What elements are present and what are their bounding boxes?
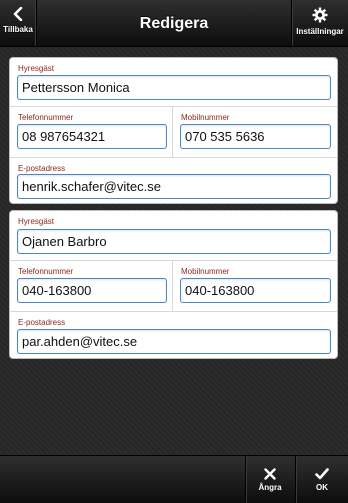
back-label: Tillbaka: [3, 25, 33, 34]
tenant-name-input[interactable]: Pettersson Monica: [17, 75, 331, 100]
email-row: E-postadress par.ahden@vitec.se: [10, 311, 337, 360]
phone-label: Telefonnummer: [18, 113, 74, 122]
email-label: E-postadress: [18, 318, 66, 327]
email-input[interactable]: henrik.schafer@vitec.se: [17, 174, 331, 199]
mobile-input[interactable]: 040-163800: [180, 278, 331, 303]
check-icon: [315, 468, 329, 480]
tenant-card: Hyresgäst Pettersson Monica Telefonnumme…: [9, 57, 338, 204]
undo-label: Ångra: [258, 483, 282, 492]
page-title: Redigera: [139, 15, 209, 32]
tenant-name-input[interactable]: Ojanen Barbro: [17, 229, 331, 254]
email-row: E-postadress henrik.schafer@vitec.se: [10, 157, 337, 205]
tenant-card: Hyresgäst Ojanen Barbro Telefonnummer 04…: [9, 210, 338, 359]
back-button[interactable]: Tillbaka: [0, 0, 37, 46]
email-input[interactable]: par.ahden@vitec.se: [17, 329, 331, 354]
tenant-row: Hyresgäst Ojanen Barbro: [10, 211, 337, 260]
phone-cell: Telefonnummer 040-163800: [10, 261, 173, 311]
mobile-cell: Mobilnummer 070 535 5636: [173, 107, 337, 157]
mobile-input[interactable]: 070 535 5636: [180, 124, 331, 149]
email-label: E-postadress: [18, 164, 66, 173]
tenant-row: Hyresgäst Pettersson Monica: [10, 58, 337, 106]
chevron-left-icon: [13, 7, 23, 21]
mobile-cell: Mobilnummer 040-163800: [173, 261, 337, 311]
tenant-label: Hyresgäst: [18, 217, 55, 226]
ok-button[interactable]: OK: [295, 456, 348, 503]
undo-button[interactable]: Ångra: [245, 456, 294, 503]
tenant-label: Hyresgäst: [18, 64, 55, 73]
mobile-label: Mobilnummer: [181, 267, 230, 276]
phone-input[interactable]: 040-163800: [17, 278, 167, 303]
close-icon: [264, 468, 276, 480]
ok-label: OK: [316, 483, 328, 492]
settings-button[interactable]: Inställningar: [291, 0, 348, 46]
phone-label: Telefonnummer: [18, 267, 74, 276]
phone-input[interactable]: 08 987654321: [17, 124, 167, 149]
gear-icon: [312, 7, 328, 23]
top-toolbar: Tillbaka Redigera Inställningar: [0, 0, 348, 47]
settings-label: Inställningar: [296, 27, 344, 36]
phone-cell: Telefonnummer 08 987654321: [10, 107, 173, 157]
mobile-label: Mobilnummer: [181, 113, 230, 122]
bottom-toolbar: Ångra OK: [0, 455, 348, 503]
phone-row: Telefonnummer 040-163800 Mobilnummer 040…: [10, 260, 337, 311]
phone-row: Telefonnummer 08 987654321 Mobilnummer 0…: [10, 106, 337, 157]
